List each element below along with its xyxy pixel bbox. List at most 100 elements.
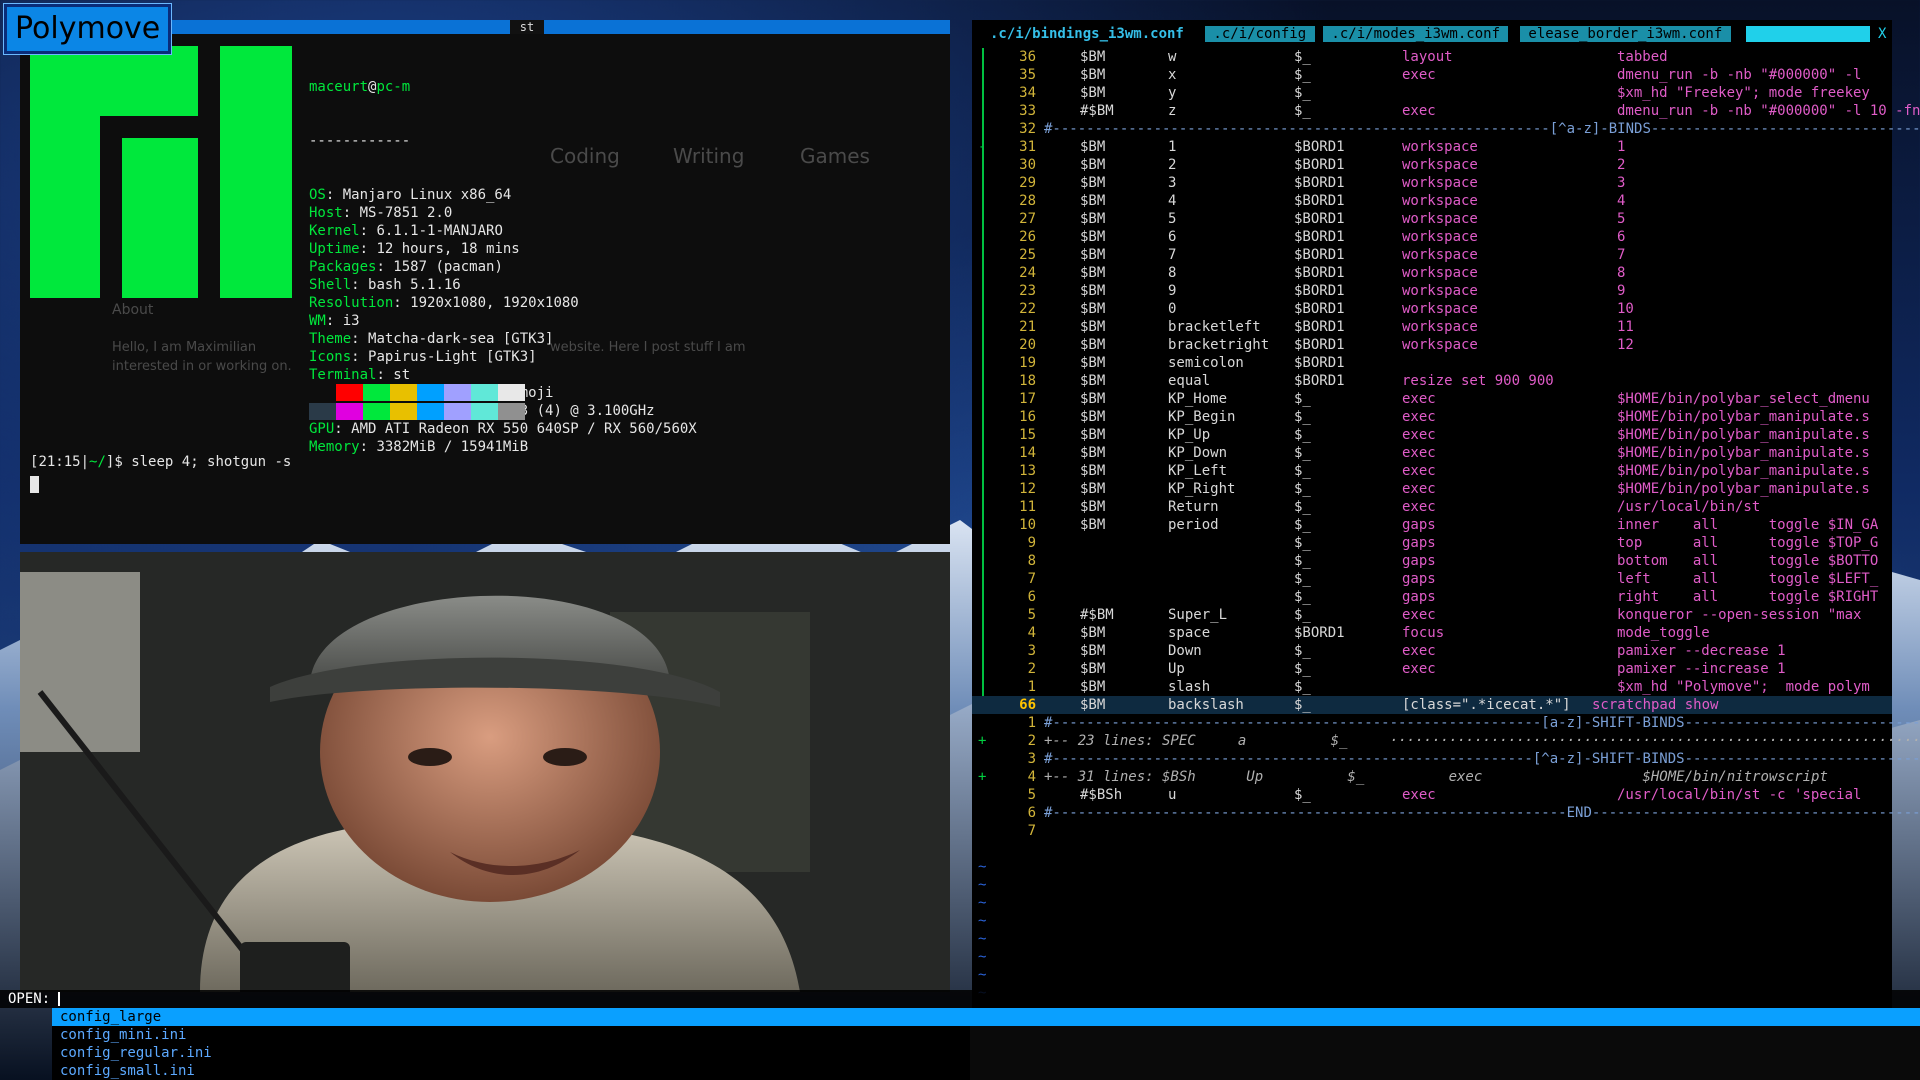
editor-line[interactable]: 18 $BM equal $BORD1 resize set 900 900 <box>972 372 1892 390</box>
dmenu-open-prompt[interactable]: OPEN: config_large config_mini.ini confi… <box>0 990 1920 1080</box>
editor-line[interactable]: 13 $BM KP_Left $_ exec $HOME/bin/polybar_mani… <box>972 462 1892 480</box>
editor-line[interactable]: 7 $_ gaps left all toggle $LEFT_ <box>972 570 1892 588</box>
close-tab-icon[interactable]: X <box>1878 26 1886 42</box>
editor-line[interactable]: 30 $BM 2 $BORD1 workspace 2 <box>972 156 1892 174</box>
editor-line[interactable]: 6 #--------------------------------------… <box>972 804 1920 822</box>
video-player-frame[interactable] <box>20 552 950 992</box>
editor-line[interactable]: 2 + +-- 23 lines: SPEC a $_ ··············… <box>972 732 1920 750</box>
sysinfo-value: 12 hours, 18 mins <box>376 241 520 257</box>
editor-line[interactable]: 1 #--------------------------------------… <box>972 714 1920 732</box>
line-number: 5 <box>1027 787 1036 803</box>
tabline-fill <box>1746 26 1870 42</box>
editor-buffer[interactable]: 36 $BM w $_ layout tabbed 35 $BM x $_ exec dmenu_ru… <box>972 48 1920 840</box>
editor-line[interactable]: 32 #-------------------------------------… <box>972 120 1920 138</box>
editor-line[interactable]: 22 $BM 0 $BORD1 workspace 10 <box>972 300 1892 318</box>
binding-variable: $BORD1 <box>1294 229 1345 245</box>
sysinfo-value: Manjaro Linux x86_64 <box>342 187 512 203</box>
binding-key: bracketleft <box>1168 319 1261 335</box>
binding-variable: $_ <box>1294 445 1311 461</box>
sysinfo-row: Theme: Matcha-dark-sea [GTK3] <box>309 331 554 347</box>
editor-line[interactable]: 16 $BM KP_Begin $_ exec $HOME/bin/polybar_man… <box>972 408 1892 426</box>
editor-line[interactable]: 34 $BM y $_ $xm_hd "Freekey"; mode freekey <box>972 84 1892 102</box>
tab-modes[interactable]: .c/i/modes_i3wm.conf <box>1323 26 1509 42</box>
binding-command: workspace <box>1402 157 1478 173</box>
ghost-nav-games: Games <box>800 144 870 168</box>
editor-line[interactable]: 12 $BM KP_Right $_ exec $HOME/bin/polybar_man… <box>972 480 1892 498</box>
sysinfo-value: 1920x1080, 1920x1080 <box>410 295 579 311</box>
binding-key: KP_Begin <box>1168 409 1236 425</box>
binding-command: workspace <box>1402 247 1478 263</box>
empty-line-tilde: ~ <box>978 895 987 911</box>
editor-line[interactable]: 33 #$BM z $_ exec dmenu_run -b -nb "#000000" … <box>972 102 1920 120</box>
editor-line[interactable]: 24 $BM 8 $BORD1 workspace 8 <box>972 264 1892 282</box>
editor-line[interactable]: 1 $BM slash $_ $xm_hd "Polymove"; mode polym <box>972 678 1892 696</box>
binding-variable: $BORD1 <box>1294 265 1345 281</box>
editor-line[interactable]: 4 + +-- 31 lines: $BSh Up $_ exec $HOME/bi… <box>972 768 1892 786</box>
terminal-window[interactable]: st Coding Writing Games About Hello, I a… <box>20 20 950 544</box>
binding-modifier: #$BM <box>1080 607 1114 623</box>
binding-key: 7 <box>1168 247 1177 263</box>
editor-line[interactable]: 8 $_ gaps bottom all toggle $BOTTO <box>972 552 1892 570</box>
editor-line[interactable]: 20 $BM bracketright $BORD1 workspace 12 <box>972 336 1892 354</box>
menu-input-bar[interactable]: OPEN: <box>0 990 1920 1008</box>
editor-line[interactable]: 36 $BM w $_ layout tabbed <box>972 48 1892 66</box>
binding-key: u <box>1168 787 1177 803</box>
shell-prompt[interactable]: [21:15|~/]$ sleep 4; shotgun -s <box>30 454 291 470</box>
editor-line[interactable]: 6 $_ gaps right all toggle $RIGHT <box>972 588 1892 606</box>
binding-command: workspace <box>1402 139 1478 155</box>
binding-variable: $_ <box>1294 535 1311 551</box>
tab-release-border[interactable]: elease_border_i3wm.conf <box>1520 26 1731 42</box>
editor-line[interactable]: 11 $BM Return $_ exec/usr/local/bin/st <box>972 498 1892 516</box>
editor-line[interactable]: 27 $BM 5 $BORD1 workspace 5 <box>972 210 1892 228</box>
sysinfo-row: Resolution: 1920x1080, 1920x1080 <box>309 295 579 311</box>
editor-line[interactable]: 7 <box>972 822 1892 840</box>
editor-line[interactable]: 25 $BM 7 $BORD1 workspace 7 <box>972 246 1892 264</box>
menu-item-config-regular[interactable]: config_regular.ini <box>60 1044 212 1062</box>
tab-bindings[interactable]: .c/i/bindings_i3wm.conf <box>990 26 1184 42</box>
editor-line[interactable]: 14 $BM KP_Down $_ exec $HOME/bin/polybar_mani… <box>972 444 1892 462</box>
editor-tabline: .c/i/bindings_i3wm.conf .c/i/config .c/i… <box>972 20 1892 42</box>
binding-command: workspace <box>1402 283 1478 299</box>
editor-line[interactable]: 35 $BM x $_ exec dmenu_run -b -nb "#000000" -… <box>972 66 1892 84</box>
editor-line[interactable]: 26 $BM 6 $BORD1 workspace 6 <box>972 228 1892 246</box>
editor-line[interactable]: 28 $BM 4 $BORD1 workspace 4 <box>972 192 1892 210</box>
editor-line[interactable]: 4 $BM space $BORD1 focus mode_toggle <box>972 624 1892 642</box>
editor-line[interactable]: 17 $BM KP_Home $_ exec $HOME/bin/polybar_sele… <box>972 390 1892 408</box>
binding-command: exec <box>1402 409 1436 425</box>
binding-argument: $HOME/bin/polybar_manipulate.s <box>1617 481 1870 497</box>
editor-line[interactable]: 19 $BM semicolon $BORD1 <box>972 354 1892 372</box>
editor-line[interactable]: 23 $BM 9 $BORD1 workspace 9 <box>972 282 1892 300</box>
editor-line[interactable]: 5 #$BSh u $_ exec/usr/local/bin/st -c 'speci… <box>972 786 1892 804</box>
editor-line[interactable]: 15 $BM KP_Up $_ exec $HOME/bin/polybar_manipu… <box>972 426 1892 444</box>
line-number: 21 <box>1019 319 1036 335</box>
binding-command: gaps <box>1402 553 1436 569</box>
menu-item-config-large[interactable]: config_large <box>52 1008 1920 1026</box>
binding-command: workspace <box>1402 193 1478 209</box>
editor-line[interactable]: 3 #--------------------------------------… <box>972 750 1920 768</box>
line-number: 2 <box>1027 733 1036 749</box>
binding-argument: 7 <box>1617 247 1626 263</box>
binding-variable: $_ <box>1294 787 1311 803</box>
editor-line[interactable]: 10 $BM period $_ gaps inner all toggle $IN_GA <box>972 516 1892 534</box>
editor-line[interactable]: 66 $BM backslash $_ [class=".*icecat.*"] scra… <box>972 696 1892 714</box>
line-number: 23 <box>1019 283 1036 299</box>
binding-argument: $HOME/bin/polybar_manipulate.s <box>1617 445 1870 461</box>
menu-item-config-small[interactable]: config_small.ini <box>60 1062 195 1080</box>
editor-line[interactable]: 21 $BM bracketleft $BORD1 workspace 11 <box>972 318 1892 336</box>
menu-item-config-mini[interactable]: config_mini.ini <box>60 1026 186 1044</box>
tab-config[interactable]: .c/i/config <box>1205 26 1315 42</box>
editor-line[interactable]: 2 $BM Up $_ exec pamixer --increase 1 <box>972 660 1892 678</box>
editor-line[interactable]: 29 $BM 3 $BORD1 workspace 3 <box>972 174 1892 192</box>
prompt-time: 21:15 <box>38 454 81 470</box>
editor-line[interactable]: 5 #$BM Super_L $_ exec konqueror --open-sessi… <box>972 606 1892 624</box>
ghost-intro-3: interested in or working on. <box>112 359 292 374</box>
line-number: 29 <box>1019 175 1036 191</box>
binding-modifier: $BM <box>1080 643 1106 659</box>
binding-key: bracketright <box>1168 337 1270 353</box>
vim-editor-window[interactable]: .c/i/bindings_i3wm.conf .c/i/config .c/i… <box>972 20 1920 1020</box>
editor-line[interactable]: 3 $BM Down $_ exec pamixer --decrease 1 <box>972 642 1892 660</box>
palette-swatch <box>417 384 444 401</box>
editor-line[interactable]: 9 $_ gaps top all toggle $TOP_G <box>972 534 1892 552</box>
editor-line[interactable]: 31 - $BM 1 $BORD1 workspace 1 <box>972 138 1892 156</box>
sysinfo-row: Host: MS-7851 2.0 <box>309 205 453 221</box>
